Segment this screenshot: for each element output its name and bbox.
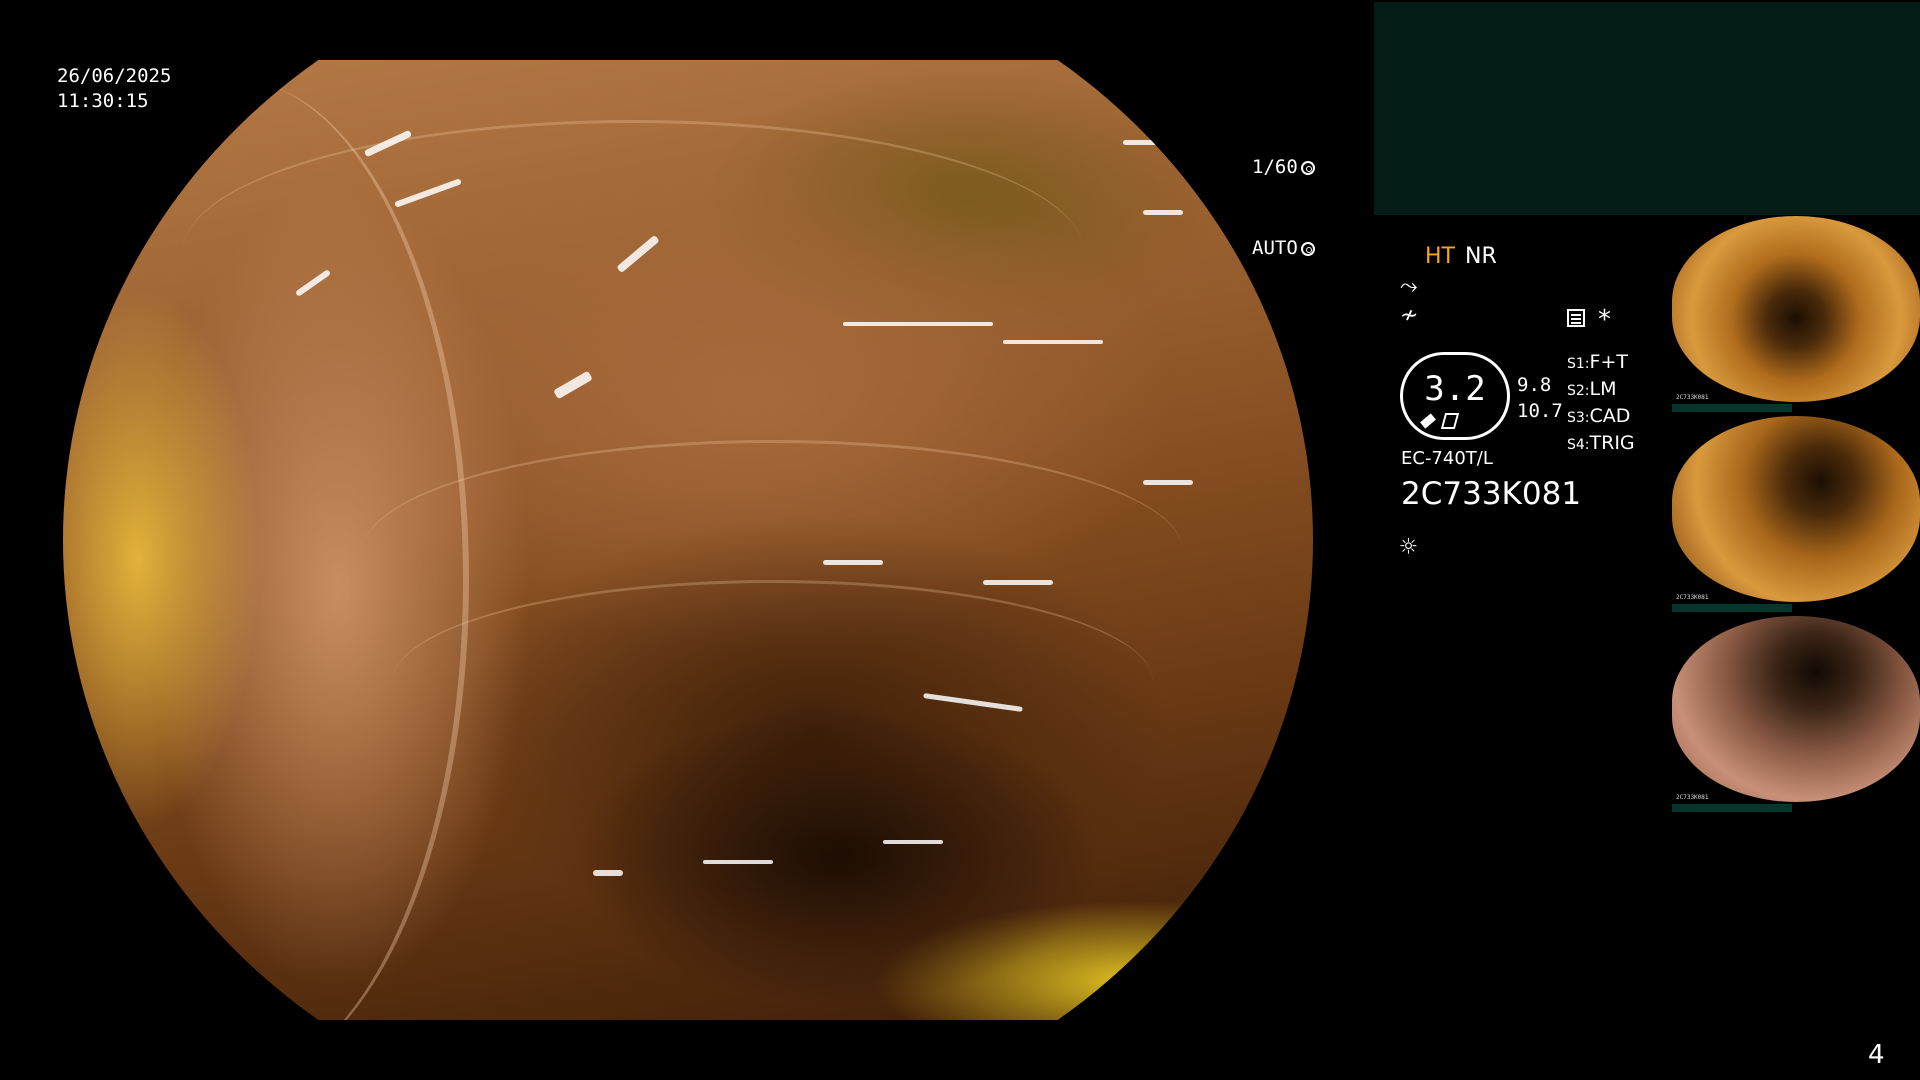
scope-serial: 2C733K081 [1401, 476, 1582, 512]
light-reflection [1123, 140, 1163, 145]
page-number: 4 [1868, 1040, 1885, 1070]
structure-enhance-icon: ⤳ [1400, 274, 1418, 299]
exposure-readout: 1/60 AUTO [1252, 100, 1315, 289]
light-reflection [1143, 210, 1183, 215]
nr-label: NR [1464, 244, 1497, 269]
date-text: 26/06/2025 [57, 65, 172, 87]
switch-value: F+T [1589, 351, 1628, 373]
light-reflection [1003, 340, 1103, 344]
thumbnail-image [1672, 216, 1920, 402]
light-reflection [823, 560, 883, 565]
thumbnail-bar [1672, 604, 1792, 612]
switch-value: TRIG [1589, 432, 1635, 454]
ht-label: HT [1425, 244, 1455, 269]
thumbnail-image [1672, 616, 1920, 802]
mucosal-fold [393, 580, 1153, 783]
pen-icon [1420, 413, 1436, 429]
color-enhance-icon: ≁ [1400, 303, 1419, 328]
light-reflection [593, 870, 623, 876]
date-time-readout: 26/06/2025 11:30:15 [57, 64, 171, 114]
gauge-value: 3.2 [1424, 369, 1486, 409]
switch-key: S1: [1567, 356, 1590, 372]
thumbnail-image [1672, 416, 1920, 602]
gauge-readings: 9.8 10.7 [1517, 372, 1563, 424]
shutter-icon [1300, 160, 1315, 175]
iris-icon [1300, 241, 1315, 256]
switch-value: CAD [1589, 405, 1631, 427]
image-mode-labels: HT NR [1425, 244, 1497, 269]
thumbnail-bar [1672, 404, 1792, 412]
asterisk-marker: * [1598, 305, 1611, 335]
thumbnail-bar [1672, 804, 1792, 812]
gauge-top-value: 9.8 [1517, 374, 1552, 396]
switch-key: S4: [1567, 437, 1590, 453]
light-reflection [843, 322, 993, 326]
light-reflection [703, 860, 773, 864]
switch-key: S3: [1567, 410, 1590, 426]
switch-key: S2: [1567, 383, 1590, 399]
thumbnail-serial: 2C733K081 [1676, 594, 1709, 601]
box-icon [1440, 413, 1460, 429]
scope-model: EC-740T/L [1401, 448, 1493, 469]
info-panel-box [1374, 2, 1920, 215]
captured-thumbnail[interactable]: 2C733K081 [1672, 216, 1920, 412]
zoom-gauge: 3.2 [1400, 352, 1510, 440]
memo-icon [1567, 309, 1585, 327]
iris-mode: AUTO [1252, 237, 1298, 259]
time-text: 11:30:15 [57, 90, 149, 112]
scope-switch-list: S1:F+T S2:LM S3:CAD S4:TRIG [1567, 350, 1635, 458]
endoscope-live-view [63, 60, 1313, 1020]
light-reflection [883, 840, 943, 844]
light-reflection [983, 580, 1053, 585]
shutter-speed: 1/60 [1252, 156, 1298, 178]
light-reflection [1143, 480, 1193, 485]
thumbnail-serial: 2C733K081 [1676, 794, 1709, 801]
captured-thumbnail[interactable]: 2C733K081 [1672, 416, 1920, 612]
gauge-bottom-value: 10.7 [1517, 400, 1563, 422]
captured-thumbnail[interactable]: 2C733K081 [1672, 616, 1920, 812]
light-source-icon: ☼ [1400, 530, 1417, 563]
switch-value: LM [1589, 378, 1617, 400]
thumbnail-serial: 2C733K081 [1676, 394, 1709, 401]
